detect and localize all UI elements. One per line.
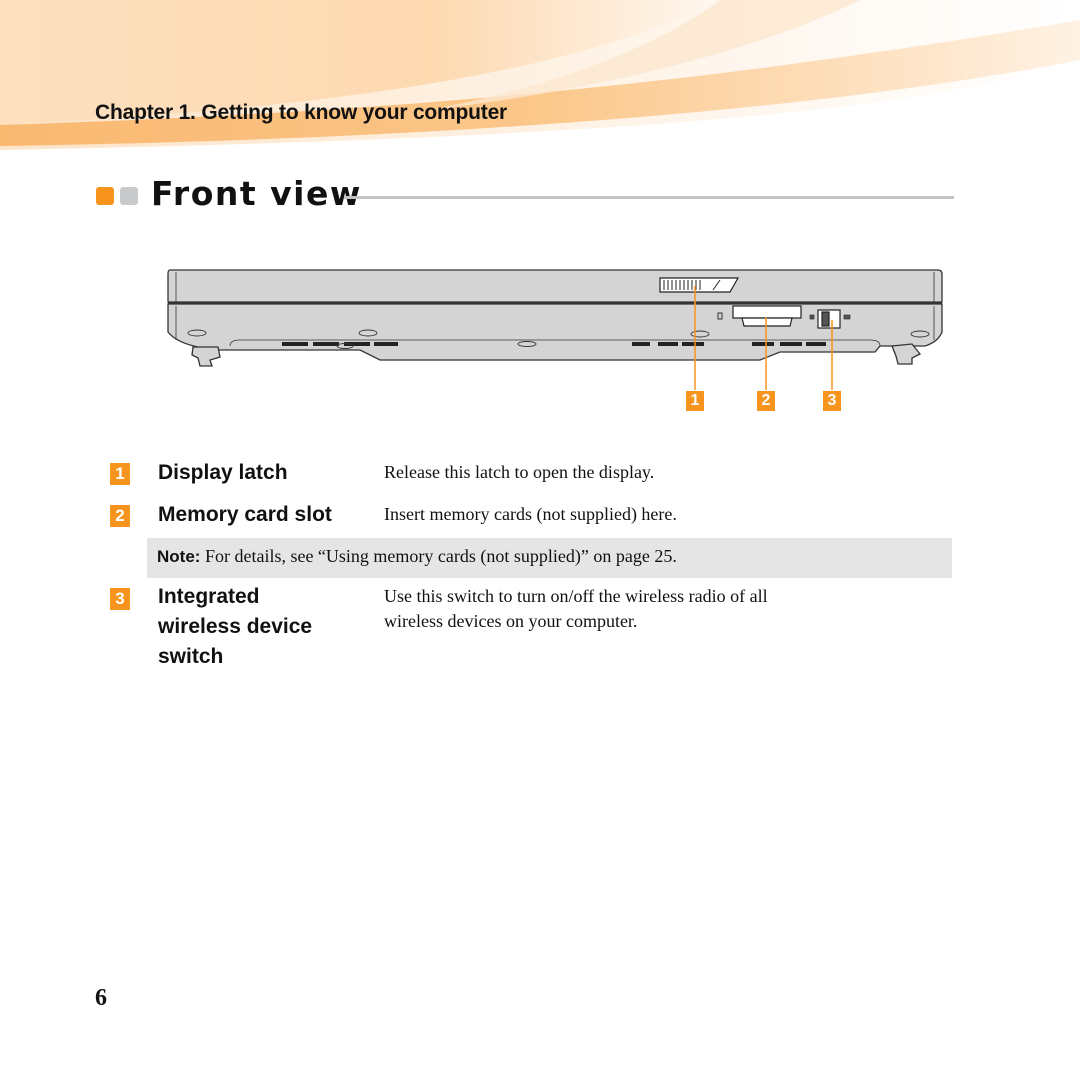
note-box: Note: For details, see “Using memory car…	[147, 538, 952, 578]
note-text: Note: For details, see “Using memory car…	[157, 546, 677, 567]
item-number: 3	[110, 588, 130, 610]
item-label: Display latch	[158, 461, 288, 484]
display-latch	[659, 277, 740, 293]
section-divider	[344, 196, 954, 199]
item-description: Release this latch to open the display.	[384, 462, 655, 482]
item-description-line: wireless devices on your computer.	[384, 611, 638, 631]
item-description: Insert memory cards (not supplied) here.	[384, 504, 677, 524]
right-foot	[891, 343, 922, 365]
callout-3: 3	[823, 391, 841, 411]
section-heading: Front view	[96, 174, 956, 214]
note-body: For details, see “Using memory cards (no…	[200, 546, 677, 566]
chapter-title: Chapter 1. Getting to know your computer	[95, 101, 508, 124]
item-description: Use this switch to turn on/off the wirel…	[384, 584, 924, 634]
laptop-lid	[167, 269, 943, 303]
item-description-line: Use this switch to turn on/off the wirel…	[384, 586, 768, 606]
note-label: Note:	[157, 547, 201, 566]
item-label: Integrated wireless device switch	[158, 582, 312, 672]
page-number: 6	[95, 985, 107, 1011]
gray-square-icon	[120, 187, 138, 205]
left-foot	[191, 346, 221, 367]
callout-1: 1	[686, 391, 704, 411]
section-title: Front view	[151, 174, 362, 213]
item-label-line: wireless device	[158, 615, 313, 638]
item-label-line: switch	[158, 645, 224, 668]
callout-2: 2	[757, 391, 775, 411]
header-decoration	[0, 0, 1080, 150]
item-label-line: Integrated	[158, 585, 260, 608]
item-number: 1	[110, 463, 130, 485]
item-number: 2	[110, 505, 130, 527]
item-label: Memory card slot	[158, 503, 332, 526]
orange-square-icon	[96, 187, 114, 205]
